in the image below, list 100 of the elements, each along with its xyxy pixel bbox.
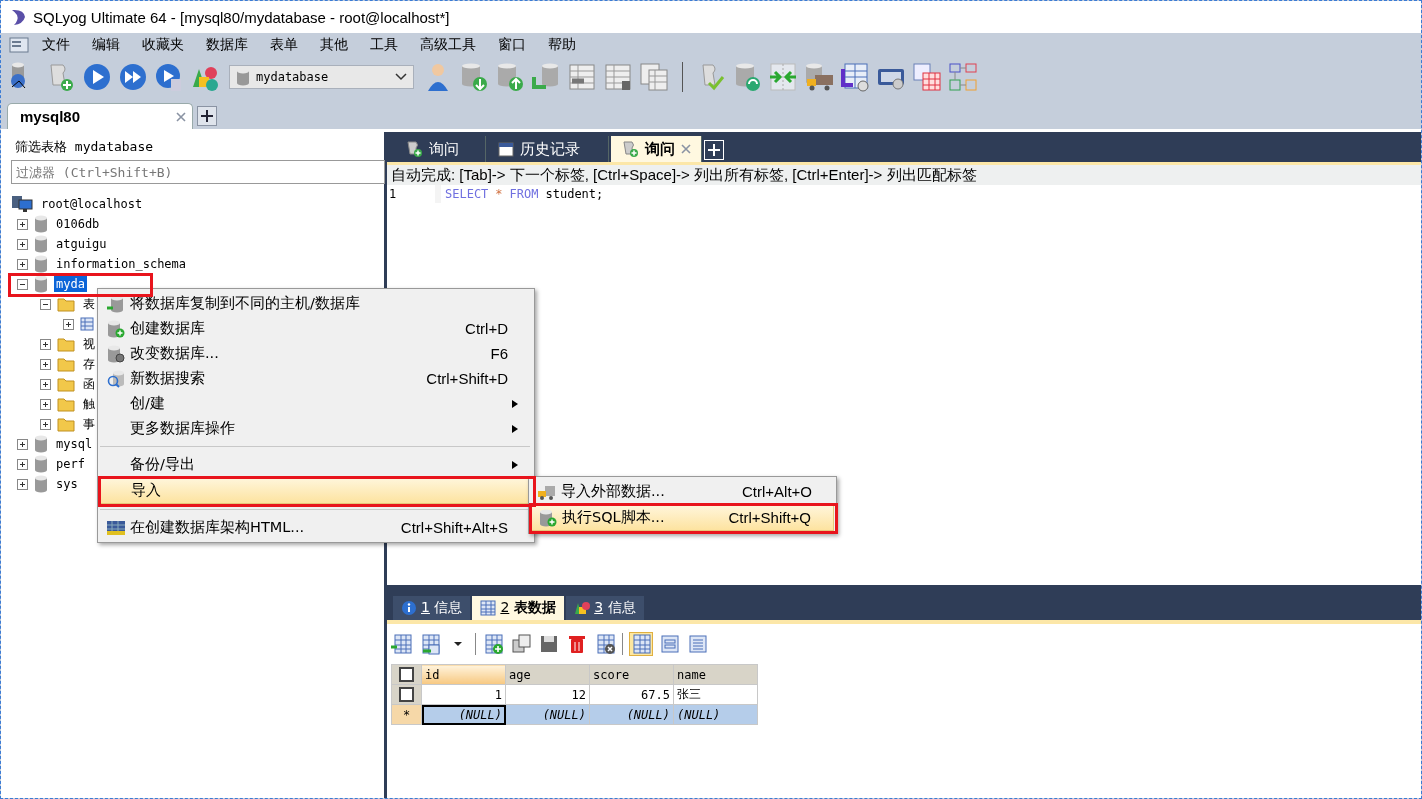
table-arrow-icon[interactable]	[566, 61, 598, 93]
close-icon[interactable]	[681, 144, 691, 154]
fast-forward-icon[interactable]	[117, 61, 149, 93]
select-all-checkbox[interactable]	[399, 667, 414, 682]
compare-arrows-icon[interactable]	[767, 61, 799, 93]
database-icon	[34, 275, 48, 293]
expand-icon[interactable]	[40, 418, 51, 430]
database-truck-icon[interactable]	[803, 61, 835, 93]
form-view-icon[interactable]	[659, 633, 681, 655]
shapes-icon	[574, 600, 591, 616]
result-tab[interactable]: 2 表数据	[472, 596, 565, 620]
save-icon[interactable]	[538, 633, 560, 655]
copy-icon[interactable]	[510, 633, 532, 655]
folder-icon	[57, 296, 75, 312]
folder-icon	[57, 396, 75, 412]
menu-item[interactable]: 新数据搜索 Ctrl+Shift+D	[100, 366, 532, 391]
expand-icon[interactable]	[40, 378, 51, 390]
menu-item[interactable]: 将数据库复制到不同的主机/数据库	[100, 291, 532, 316]
database-icon	[236, 68, 250, 86]
menu-item[interactable]: 在创建数据库架构HTML... Ctrl+Shift+Alt+S	[100, 515, 532, 540]
tree-item[interactable]: perf	[54, 456, 87, 472]
menu-item[interactable]: 文件	[33, 34, 79, 56]
tree-item[interactable]: 0106db	[54, 216, 102, 232]
expand-icon[interactable]	[17, 458, 28, 470]
table-copy-icon[interactable]	[911, 61, 943, 93]
expand-icon[interactable]	[40, 338, 51, 350]
row-checkbox[interactable]	[399, 687, 414, 702]
table-cell[interactable]: 67.5	[589, 684, 674, 705]
table-export-icon[interactable]	[419, 633, 441, 655]
menu-item[interactable]: 窗口	[489, 34, 535, 56]
collapse-icon[interactable]	[17, 278, 28, 290]
menu-item[interactable]: 其他	[311, 34, 357, 56]
code-token: student;	[545, 187, 604, 201]
result-tab[interactable]: 1 信息	[393, 596, 471, 620]
tree-item[interactable]: myda	[54, 276, 87, 292]
menu-item[interactable]: 创/建	[100, 391, 532, 416]
tree-item[interactable]: 触	[81, 394, 97, 414]
menu-item[interactable]: 表单	[261, 34, 307, 56]
tree-item[interactable]: 存	[81, 354, 97, 374]
database-add-icon	[106, 319, 126, 338]
tree-item[interactable]: atguigu	[54, 236, 109, 252]
tree-item[interactable]: 函	[81, 374, 97, 394]
folder-icon	[57, 376, 75, 392]
play-icon[interactable]	[81, 61, 113, 93]
table-delete-icon[interactable]	[594, 633, 616, 655]
table-import-icon[interactable]	[391, 633, 413, 655]
table-add-icon[interactable]	[482, 633, 504, 655]
menu-item[interactable]: 编辑	[83, 34, 129, 56]
column-header[interactable]: age	[505, 664, 590, 685]
line-number: 1	[388, 187, 398, 201]
expand-icon[interactable]	[40, 358, 51, 370]
close-icon	[176, 111, 186, 122]
column-header[interactable]: score	[589, 664, 674, 685]
folder-icon	[57, 356, 75, 372]
menu-item[interactable]: 数据库	[197, 34, 257, 56]
table-clock-icon[interactable]	[839, 61, 871, 93]
table-cell[interactable]: 12	[505, 684, 590, 705]
menu-item[interactable]: 帮助	[539, 34, 585, 56]
tree-item[interactable]: 事	[81, 414, 97, 434]
tree-item[interactable]: sys	[54, 476, 80, 492]
folder-icon	[57, 416, 75, 432]
result-tab[interactable]: 3 信息	[566, 596, 644, 620]
column-header[interactable]: id	[421, 664, 506, 685]
menu-item[interactable]: 更多数据库操作	[100, 416, 532, 441]
connection-tab[interactable]: mysql80	[7, 103, 193, 129]
database-icon	[34, 455, 48, 473]
expand-icon[interactable]	[17, 218, 28, 230]
expand-icon[interactable]	[63, 318, 74, 330]
menu-item[interactable]: 收藏夹	[133, 34, 193, 56]
filter-field[interactable]: 过滤器 (Ctrl+Shift+B)	[11, 160, 385, 184]
database-icon	[34, 255, 48, 273]
table-cell[interactable]: 1	[421, 684, 506, 705]
database-add-icon	[538, 508, 558, 527]
tree-item[interactable]: root@localhost	[39, 196, 145, 212]
expand-icon[interactable]	[17, 478, 28, 490]
menu-item[interactable]: 高级工具	[411, 34, 485, 56]
query-tab[interactable]: 询问	[611, 136, 702, 162]
add-tab-button[interactable]	[197, 106, 217, 126]
expand-icon[interactable]	[17, 438, 28, 450]
menu-item[interactable]: 创建数据库 Ctrl+D	[100, 316, 532, 341]
database-select[interactable]: mydatabase	[229, 65, 414, 89]
table-calculator-icon[interactable]	[602, 61, 634, 93]
tree-item[interactable]: mysql	[54, 436, 95, 452]
trash-icon[interactable]	[566, 633, 588, 655]
column-header[interactable]: name	[673, 664, 758, 685]
tree-item[interactable]: 视	[81, 334, 97, 354]
menu-item[interactable]: 工具	[361, 34, 407, 56]
menu-item[interactable]: 改变数据库... F6	[100, 341, 532, 366]
menu-item[interactable]: 备份/导出	[100, 452, 532, 477]
table-cell[interactable]: 张三	[673, 684, 758, 705]
expand-icon[interactable]	[40, 398, 51, 410]
new-row-marker: *	[391, 704, 422, 725]
expand-icon[interactable]	[17, 258, 28, 270]
collapse-icon[interactable]	[40, 298, 51, 310]
grid-view-icon[interactable]	[629, 632, 653, 656]
tree-item[interactable]: 表	[81, 294, 97, 314]
menu-item[interactable]: 执行SQL脚本... Ctrl+Shift+Q	[531, 504, 834, 531]
server-icon	[11, 195, 33, 213]
expand-icon[interactable]	[17, 238, 28, 250]
tree-item[interactable]: information_schema	[54, 256, 189, 272]
